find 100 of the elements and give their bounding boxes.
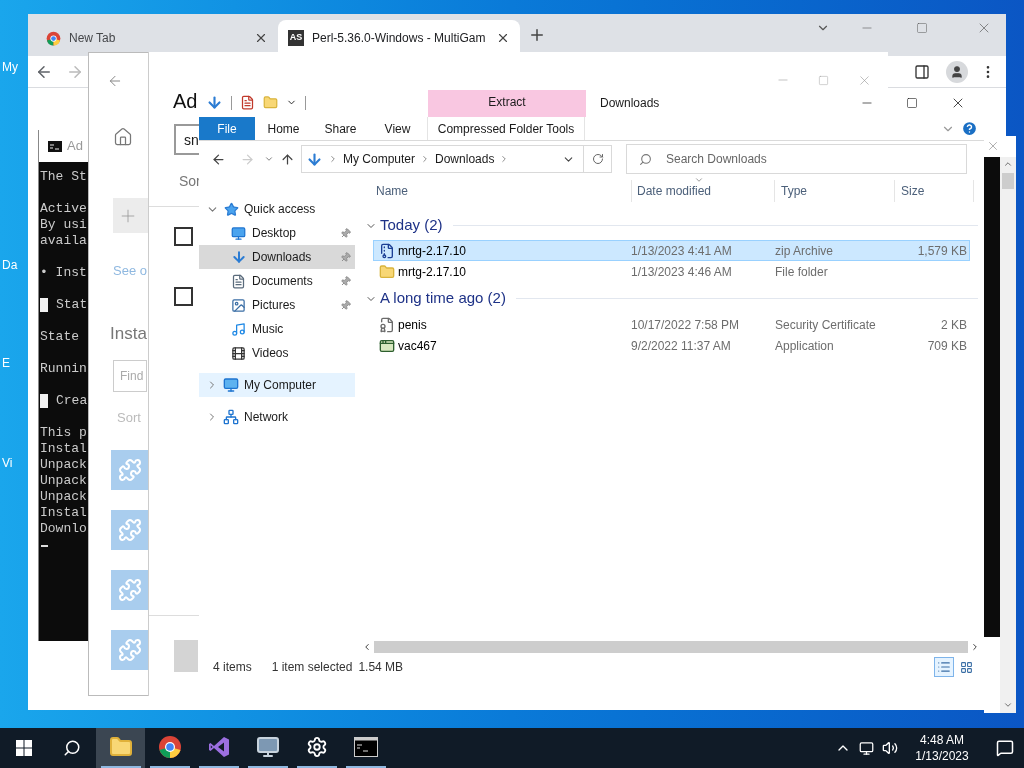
item-count: 4 items (213, 659, 252, 676)
file-row[interactable]: mrtg-2.17.10 1/13/2023 4:46 AM File folder (373, 261, 970, 282)
type-cell-text: zip Archive (775, 242, 835, 260)
network-icon (223, 409, 239, 425)
certificate-icon (379, 316, 395, 333)
console-icon (48, 140, 62, 152)
back-icon[interactable] (211, 151, 226, 167)
nav-label: Videos (252, 345, 290, 362)
extension-tile[interactable] (111, 449, 149, 490)
console-line: The St (40, 169, 87, 185)
grid-icon (959, 660, 973, 674)
clock[interactable]: 4:48 AM 1/13/2023 (906, 732, 978, 764)
new-tab-icon[interactable] (528, 26, 546, 44)
context-header-label: Extract (488, 94, 526, 111)
address-bar[interactable]: My Computer Downloads (301, 145, 584, 173)
nav-item[interactable]: Quick access (199, 197, 355, 221)
size-cell-text: 709 KB (926, 337, 967, 355)
nav-label: Downloads (252, 249, 313, 266)
console-line: Runnin (40, 361, 87, 377)
date-cell-text: 9/2/2022 11:37 AM (631, 337, 732, 355)
folder-icon (108, 735, 133, 759)
ribbon-tab[interactable]: Share (312, 117, 369, 140)
extension-tile[interactable] (111, 569, 149, 610)
extension-tile[interactable] (111, 509, 149, 550)
scroll-down-icon[interactable] (1003, 700, 1013, 710)
scroll-right-icon[interactable] (970, 642, 980, 652)
scroll-thumb[interactable] (1002, 173, 1014, 189)
profile-icon[interactable] (946, 60, 968, 83)
vertical-scrollbar[interactable] (1000, 157, 1016, 713)
column-header[interactable]: Type (774, 180, 894, 202)
nav-item[interactable]: My Computer (199, 373, 355, 397)
home-icon[interactable] (113, 127, 133, 147)
group-heading[interactable]: A long time ago (2) (380, 287, 506, 310)
recent-locations-icon[interactable] (264, 154, 274, 164)
notifications-icon[interactable] (996, 739, 1014, 757)
checkbox[interactable] (174, 227, 193, 246)
selection-info: 1 item selected (271, 659, 353, 676)
find-field[interactable]: Find (113, 360, 147, 392)
browser-tab[interactable]: New Tab (36, 20, 278, 56)
file-row[interactable]: penis 10/17/2022 7:58 PM Security Certificate 2 KB (373, 314, 970, 335)
nav-item[interactable]: Documents (199, 269, 355, 293)
ribbon-tab[interactable]: Home (255, 117, 312, 140)
nav-item[interactable]: Network (199, 405, 355, 429)
date-cell-text: 1/13/2023 4:46 AM (631, 263, 733, 281)
nav-item[interactable]: Downloads (199, 245, 355, 269)
list-icon (937, 660, 951, 674)
volume-icon[interactable] (882, 740, 898, 756)
extension-tile[interactable] (111, 629, 149, 670)
image-placeholder (174, 640, 198, 672)
puzzle-icon (118, 637, 142, 662)
type-cell-text: Security Certificate (775, 316, 877, 334)
contextual-ribbon-tab[interactable]: Compressed Folder Tools (427, 117, 585, 140)
close-icon[interactable] (496, 31, 510, 45)
tab-title: New Tab (69, 30, 117, 47)
file-name: mrtg-2.17.10 (398, 242, 468, 260)
breadcrumb-item[interactable]: My Computer (343, 150, 416, 168)
close-icon[interactable] (254, 31, 268, 45)
group-heading[interactable]: Today (2) (380, 214, 443, 237)
search-input[interactable]: Search Downloads (666, 150, 966, 168)
ribbon-tab[interactable]: View (369, 117, 426, 140)
star-icon (223, 201, 239, 217)
column-header[interactable]: Name (376, 180, 631, 202)
site-logo-icon: AS (288, 30, 304, 46)
details-view-button[interactable] (934, 657, 954, 677)
scroll-left-icon[interactable] (362, 642, 372, 652)
up-icon[interactable] (280, 151, 295, 167)
file-row[interactable]: vac467 9/2/2022 11:37 AM Application 709 KB (373, 335, 970, 356)
infinity-logo-icon (206, 735, 231, 759)
help-icon[interactable] (961, 120, 978, 137)
taskbar-app[interactable] (96, 728, 145, 768)
puzzle-icon (118, 577, 142, 602)
file-row[interactable]: mrtg-2.17.10 1/13/2023 4:41 AM zip Archive 1,579 KB (373, 240, 970, 261)
scroll-up-icon[interactable] (1003, 159, 1013, 169)
properties-icon[interactable] (240, 95, 255, 110)
nav-label: Pictures (252, 297, 297, 314)
file-menu-button[interactable]: File (199, 117, 255, 140)
puzzle-icon (118, 517, 142, 542)
side-panel-icon[interactable] (914, 63, 930, 80)
type-cell-text: Application (775, 337, 835, 355)
column-header[interactable]: Date modified (631, 180, 774, 202)
search-icon (63, 739, 81, 757)
nav-item[interactable]: Videos (199, 341, 355, 365)
download-icon[interactable] (206, 94, 223, 111)
column-header[interactable]: Size (894, 180, 974, 202)
date-cell-text: 10/17/2022 7:58 PM (631, 316, 741, 334)
console-line: State (40, 329, 79, 345)
breadcrumb-item[interactable]: Downloads (435, 150, 495, 168)
nav-item[interactable]: Pictures (199, 293, 355, 317)
sort-label: Sort (117, 409, 141, 427)
application-icon (379, 337, 395, 354)
nav-item[interactable]: Desktop (199, 221, 355, 245)
console-line: Instal (40, 441, 87, 457)
refresh-button[interactable] (584, 145, 612, 173)
nav-item[interactable]: Music (199, 317, 355, 341)
maximize-icon[interactable] (906, 96, 918, 109)
checkbox[interactable] (174, 287, 193, 306)
nav-label: My Computer (244, 377, 317, 394)
window-title: Downloads (600, 94, 660, 112)
search-box[interactable]: Search Downloads (626, 144, 967, 174)
network-icon[interactable] (859, 740, 874, 756)
